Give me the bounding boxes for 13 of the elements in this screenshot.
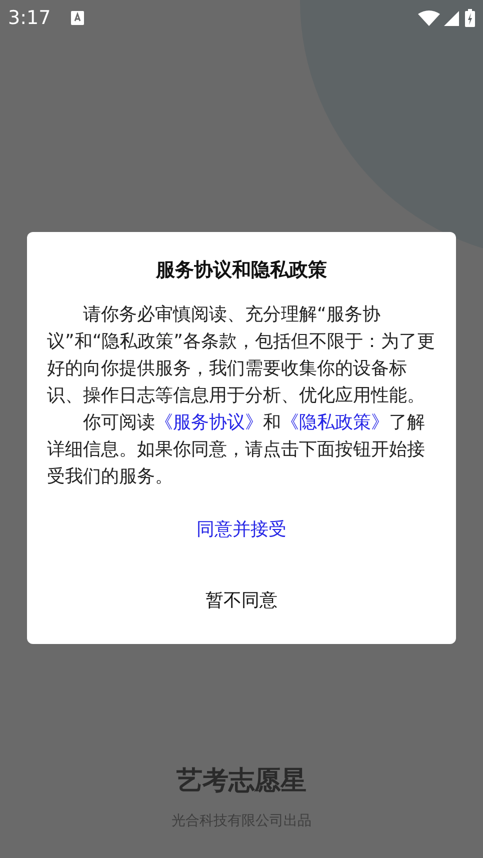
decline-button[interactable]: 暂不同意	[196, 576, 288, 624]
policy-link[interactable]: 《服务协议》	[155, 412, 263, 432]
policy-link[interactable]: 《隐私政策》	[281, 412, 389, 432]
app-name: 艺考志愿星	[176, 765, 306, 798]
dialog-paragraph: 你可阅读《服务协议》和《隐私政策》了解详细信息。如果你同意，请点击下面按钮开始接受我们的服务。	[47, 410, 426, 488]
agree-button[interactable]: 同意并接受	[186, 506, 296, 552]
keyboard-notification-icon	[70, 11, 84, 25]
dialog-paragraph: 请你务必审慎阅读、充分理解“服务协议”和“隐私政策”各条款，包括但不限于：为了更好的向你提供服务，我们需要收集你的设备标识、操作日志等信息用于分析、优化应用性能。	[47, 302, 436, 408]
dialog-title: 服务协议和隐私政策	[156, 258, 327, 283]
battery-charging-icon	[465, 9, 475, 27]
signal-icon	[444, 10, 459, 26]
status-time: 3:17	[8, 6, 51, 31]
wifi-icon	[418, 10, 440, 26]
